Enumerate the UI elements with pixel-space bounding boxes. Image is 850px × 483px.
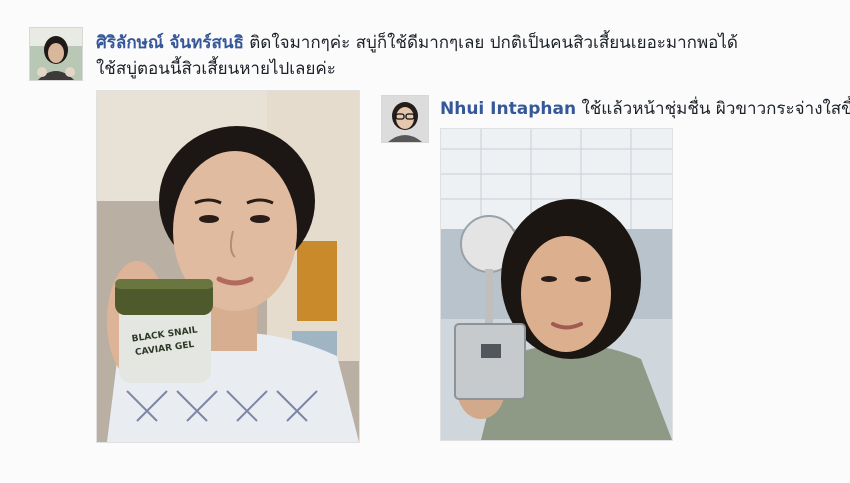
- comment-1-author[interactable]: ศิริลักษณ์ จันทร์สนธิ: [96, 33, 244, 53]
- comment-2-text: ใช้แล้วหน้าชุ่มชื่น ผิวขาวกระจ่างใสขึ้น: [581, 99, 850, 119]
- comment-2-line-1: Nhui Intaphan ใช้แล้วหน้าชุ่มชื่น ผิวขาว…: [440, 96, 850, 122]
- avatar-comment-2[interactable]: [381, 95, 429, 143]
- comment-1-line-2: ใช้สบู่ตอนนี้สิวเสี้ยนหายไปเลยค่ะ: [96, 56, 336, 82]
- comment-2-photo[interactable]: [440, 128, 673, 441]
- comments-page: ศิริลักษณ์ จันทร์สนธิ ติดใจมากๆค่ะ สบู่ก…: [0, 0, 850, 483]
- comment-2-author[interactable]: Nhui Intaphan: [440, 99, 576, 119]
- comment-1-line-1: ศิริลักษณ์ จันทร์สนธิ ติดใจมากๆค่ะ สบู่ก…: [96, 30, 738, 56]
- comment-1-text-2: ใช้สบู่ตอนนี้สิวเสี้ยนหายไปเลยค่ะ: [96, 59, 336, 79]
- avatar-comment-1[interactable]: [29, 27, 83, 81]
- comment-1-photo[interactable]: BLACK SNAIL CAVIAR GEL: [96, 90, 360, 443]
- comment-1-text-1: ติดใจมากๆค่ะ สบู่ก็ใช้ดีมากๆเลย ปกติเป็น…: [249, 33, 738, 53]
